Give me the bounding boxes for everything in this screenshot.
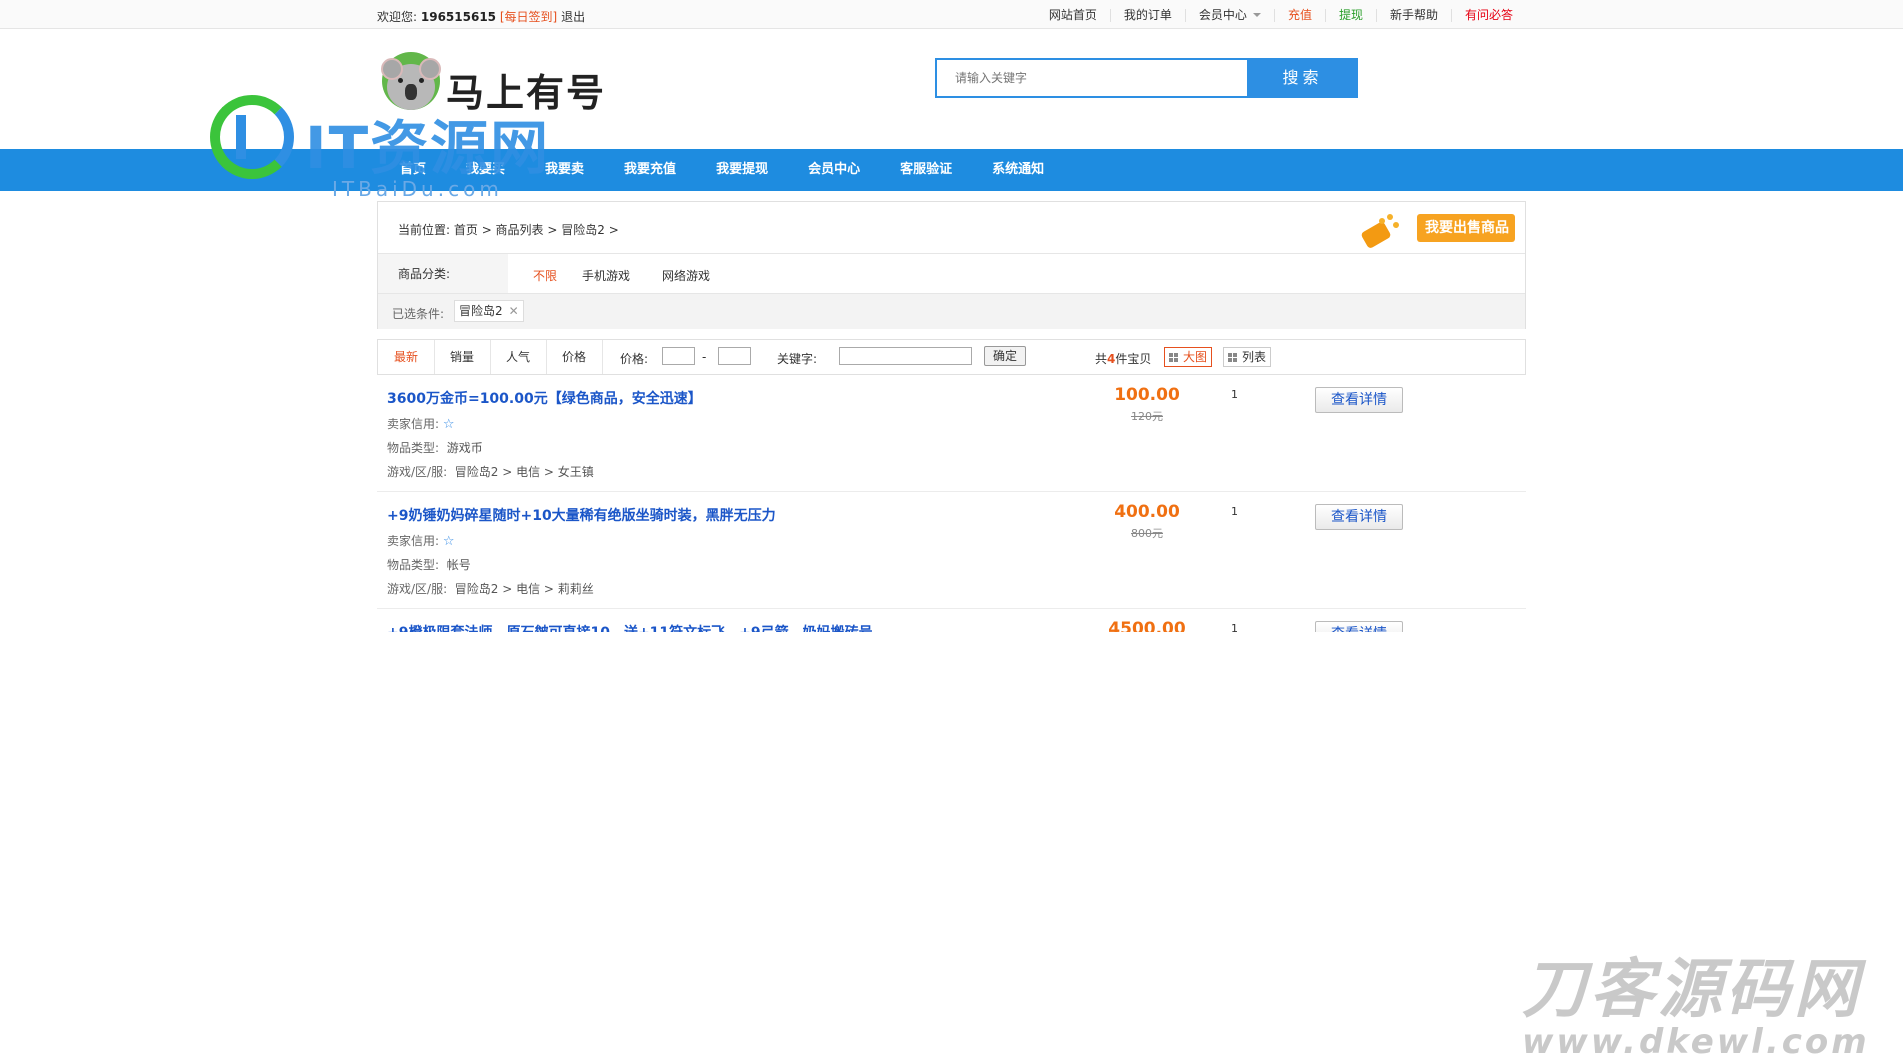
nav-item-sell[interactable]: 我要卖 — [545, 149, 584, 191]
close-icon[interactable]: ✕ — [509, 301, 519, 321]
top-link-orders[interactable]: 我的订单 — [1109, 9, 1185, 22]
item-server: 游戏/区/服: 冒险岛2 > 电信 > 女王镇 — [387, 465, 594, 479]
result-count: 共4件宝贝 — [1095, 352, 1152, 366]
sort-bar: 最新 销量 人气 价格 价格: - 关键字: 确定 共4件宝贝 大图 列表 — [377, 339, 1526, 375]
original-price: 120元 — [1131, 410, 1163, 423]
top-links: 网站首页 我的订单 会员中心 充值 提现 新手帮助 有问必答 — [1036, 8, 1526, 22]
star-icon: ☆ — [442, 534, 455, 549]
nav-item-verify[interactable]: 客服验证 — [900, 149, 952, 191]
product-list: 3600万金币=100.00元【绿色商品，安全迅速】 卖家信用: ☆ 物品类型:… — [377, 375, 1526, 632]
watermark-it-sub: ITBaiDu.com — [332, 177, 503, 201]
product-quantity: 1 — [1231, 505, 1238, 518]
filter-panel: 当前位置: 首页 > 商品列表 > 冒险岛2 > 我要出售商品 商品分类: 不限… — [377, 201, 1526, 329]
view-details-button[interactable]: 查看详情 — [1315, 621, 1403, 632]
star-icon: ☆ — [442, 417, 455, 432]
category-row: 商品分类: 不限 手机游戏 网络游戏 — [378, 253, 1525, 294]
list-item: +9橙极限套法师，原石皴可直接10，送+11符文标飞，+9弓箭，奶妈搬砖号 45… — [377, 609, 1526, 632]
category-option-mobile[interactable]: 手机游戏 — [582, 267, 630, 284]
watermark-dk-sub: www.dkewl.com — [1522, 1022, 1870, 1062]
sort-sales[interactable]: 销量 — [434, 340, 491, 374]
nav-item-withdraw[interactable]: 我要提现 — [716, 149, 768, 191]
breadcrumb-prefix: 当前位置: — [398, 223, 451, 237]
welcome-area: 欢迎您: 196515615 [每日签到] 退出 — [377, 8, 585, 25]
item-type: 物品类型: 帐号 — [387, 558, 471, 572]
top-link-help[interactable]: 新手帮助 — [1375, 9, 1451, 22]
breadcrumb-path[interactable]: 首页 > 商品列表 > 冒险岛2 > — [454, 223, 619, 237]
watermark-dk: 刀客源码网 www.dkewl.com — [1522, 938, 1870, 1062]
category-option-any[interactable]: 不限 — [533, 267, 557, 284]
keyword-input[interactable] — [839, 347, 972, 365]
category-label: 商品分类: — [378, 254, 508, 294]
watermark-ring-icon — [210, 95, 294, 179]
chevron-down-icon — [1252, 13, 1261, 17]
price-max-input[interactable] — [718, 347, 751, 365]
price-range-dash: - — [702, 350, 707, 364]
sell-goods-button[interactable]: 我要出售商品 — [1417, 214, 1515, 242]
selected-label: 已选条件: — [392, 307, 445, 321]
username: 196515615 — [420, 10, 497, 24]
sort-newest[interactable]: 最新 — [378, 340, 435, 374]
top-bar: 欢迎您: 196515615 [每日签到] 退出 网站首页 我的订单 会员中心 充值提… — [0, 0, 1903, 29]
product-price: 400.00 — [1114, 502, 1180, 522]
top-link-member-label: 会员中心 — [1198, 8, 1247, 22]
sell-hand-icon — [1359, 212, 1399, 254]
view-grid-button[interactable]: 大图 — [1164, 347, 1213, 367]
seller-credit: 卖家信用: ☆ — [387, 417, 455, 432]
product-title[interactable]: +9橙极限套法师，原石皴可直接10，送+11符文标飞，+9弓箭，奶妈搬砖号 — [387, 622, 873, 632]
top-link-home[interactable]: 网站首页 — [1036, 9, 1110, 22]
price-range-label: 价格: — [620, 352, 649, 366]
seller-credit: 卖家信用: ☆ — [387, 534, 455, 549]
top-link-member[interactable]: 会员中心 — [1184, 8, 1274, 22]
list-icon — [1228, 353, 1237, 362]
list-item: 3600万金币=100.00元【绿色商品，安全迅速】 卖家信用: ☆ 物品类型:… — [377, 375, 1526, 492]
category-option-online[interactable]: 网络游戏 — [662, 267, 710, 284]
product-quantity: 1 — [1231, 388, 1238, 401]
product-quantity: 1 — [1231, 622, 1238, 632]
nav-item-recharge[interactable]: 我要充值 — [624, 149, 676, 191]
original-price: 800元 — [1131, 527, 1163, 540]
watermark-it-text: IT资源网 — [305, 114, 551, 182]
nav-item-notice[interactable]: 系统通知 — [992, 149, 1044, 191]
view-details-button[interactable]: 查看详情 — [1315, 504, 1403, 530]
top-link-withdraw[interactable]: 提现 — [1324, 9, 1376, 22]
product-title[interactable]: 3600万金币=100.00元【绿色商品，安全迅速】 — [387, 388, 702, 408]
selected-tag[interactable]: 冒险岛2 ✕ — [454, 300, 524, 322]
breadcrumb: 当前位置: 首页 > 商品列表 > 冒险岛2 > — [398, 221, 619, 238]
search-input[interactable] — [935, 58, 1273, 98]
grid-icon — [1169, 353, 1178, 362]
product-title[interactable]: +9奶锤奶妈碎星随时+10大量稀有绝版坐骑时装，黑胖无压力 — [387, 505, 776, 525]
watermark-dk-text: 刀客源码网 — [1522, 953, 1862, 1027]
selected-conditions-row: 已选条件: 冒险岛2 ✕ — [378, 293, 1525, 329]
filter-confirm-button[interactable]: 确定 — [984, 346, 1026, 366]
view-list-button[interactable]: 列表 — [1223, 347, 1272, 367]
top-link-recharge[interactable]: 充值 — [1273, 9, 1325, 22]
search-bar: 搜索 — [935, 58, 1358, 98]
daily-sign-in-link[interactable]: [每日签到] — [500, 10, 557, 24]
product-price: 100.00 — [1114, 385, 1180, 405]
top-link-faq[interactable]: 有问必答 — [1450, 9, 1526, 22]
price-min-input[interactable] — [662, 347, 695, 365]
item-server: 游戏/区/服: 冒险岛2 > 电信 > 莉莉丝 — [387, 582, 594, 596]
welcome-label: 欢迎您: — [377, 10, 418, 24]
sort-price[interactable]: 价格 — [546, 340, 603, 374]
search-button[interactable]: 搜索 — [1247, 58, 1358, 98]
keyword-label: 关键字: — [777, 352, 818, 366]
list-item: +9奶锤奶妈碎星随时+10大量稀有绝版坐骑时装，黑胖无压力 卖家信用: ☆ 物品… — [377, 492, 1526, 609]
nav-item-member[interactable]: 会员中心 — [808, 149, 860, 191]
view-details-button[interactable]: 查看详情 — [1315, 387, 1403, 413]
sort-popularity[interactable]: 人气 — [490, 340, 547, 374]
selected-tag-label: 冒险岛2 — [459, 304, 503, 318]
logout-link[interactable]: 退出 — [561, 10, 585, 24]
item-type: 物品类型: 游戏币 — [387, 441, 483, 455]
product-price: 4500.00 — [1108, 619, 1186, 632]
